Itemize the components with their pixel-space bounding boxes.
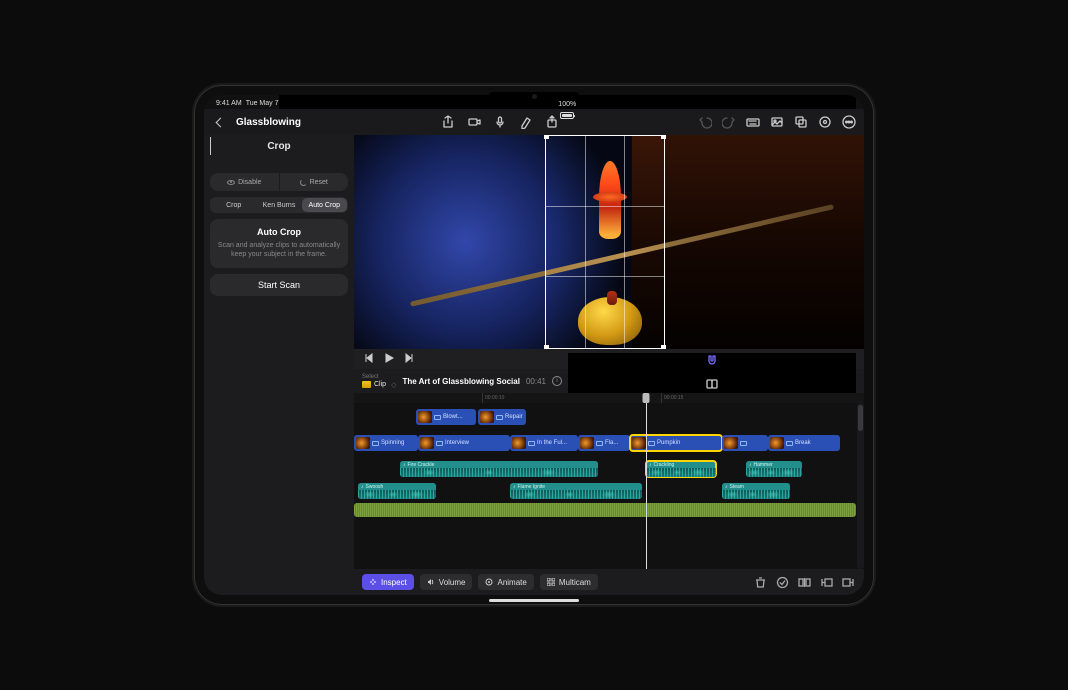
crop-handle[interactable]	[661, 345, 666, 349]
timeline-duration: 00:41	[526, 377, 546, 386]
ruler-tick: 00:00:10	[482, 393, 504, 403]
disable-button[interactable]: Disable	[210, 173, 279, 191]
magnetic-icon[interactable]	[705, 353, 719, 367]
project-title: Glassblowing	[236, 117, 301, 128]
inspector-back-button[interactable]	[210, 137, 211, 155]
trim-end-button[interactable]	[840, 574, 856, 590]
marker-icon[interactable]	[519, 115, 533, 129]
overlay-icon[interactable]	[794, 115, 808, 129]
video-clip[interactable]: In the Ful...	[510, 435, 578, 451]
video-clip[interactable]: Break	[768, 435, 840, 451]
mode-auto-crop[interactable]: Auto Crop	[302, 198, 347, 212]
keyboard-icon[interactable]	[746, 115, 760, 129]
back-button[interactable]	[212, 119, 228, 126]
viewer-column: 00:00:14:15 22% Select Clip◇ The Art of …	[354, 135, 864, 595]
crop-handle[interactable]	[661, 135, 666, 139]
clip-icon	[362, 381, 371, 388]
animate-button[interactable]: Animate	[478, 574, 533, 590]
playhead[interactable]	[643, 393, 650, 403]
mic-icon[interactable]	[493, 115, 507, 129]
video-clip[interactable]: Interview	[418, 435, 510, 451]
video-clip[interactable]: Spinning	[354, 435, 418, 451]
reset-icon	[300, 179, 307, 186]
crop-mode-segment: Crop Ken Burns Auto Crop	[210, 197, 348, 213]
split-button[interactable]	[796, 574, 812, 590]
settings-icon[interactable]	[818, 115, 832, 129]
timeline-ruler[interactable]: 00:00:10 00:00:15	[354, 393, 864, 403]
mode-crop[interactable]: Crop	[211, 198, 256, 212]
bottom-toolbar: Inspect Volume Animate Multicam	[354, 569, 864, 595]
start-scan-button[interactable]: Start Scan	[210, 274, 348, 296]
more-icon[interactable]	[842, 115, 856, 129]
timeline[interactable]: Blowt...Repair SpinningInterviewIn the F…	[354, 403, 864, 569]
music-track[interactable]	[354, 503, 856, 517]
select-label: Select	[362, 374, 396, 380]
share-icon[interactable]	[441, 115, 455, 129]
main-area: Crop Disable Reset Crop Ken Burns Auto C…	[204, 135, 864, 595]
audio-clip[interactable]: ♪Swoosh	[358, 483, 436, 499]
screen: 9:41 AM Tue May 7 100% Glassblowing	[204, 95, 864, 595]
audio-clip[interactable]: ♪Hammer	[746, 461, 802, 477]
crop-rectangle[interactable]	[545, 135, 665, 349]
viewer[interactable]	[354, 135, 864, 349]
redo-icon[interactable]	[722, 115, 736, 129]
undo-icon[interactable]	[698, 115, 712, 129]
timeline-project-name: The Art of Glassblowing Social	[402, 377, 520, 386]
ipad-frame: 9:41 AM Tue May 7 100% Glassblowing	[194, 85, 874, 605]
video-clip[interactable]: Fla...	[578, 435, 630, 451]
crop-handle[interactable]	[544, 345, 549, 349]
video-clip[interactable]: Blowt...	[416, 409, 476, 425]
eye-icon	[227, 180, 235, 185]
prev-frame-button[interactable]	[364, 350, 374, 368]
audio-clip[interactable]: ♪Fire Crackle	[400, 461, 598, 477]
info-icon[interactable]: i	[552, 376, 562, 386]
reset-button[interactable]: Reset	[279, 173, 349, 191]
ruler-tick: 00:00:15	[661, 393, 683, 403]
card-desc: Scan and analyze clips to automatically …	[216, 241, 342, 260]
timeline-header: Select Clip◇ The Art of Glassblowing Soc…	[354, 369, 864, 393]
inspect-button[interactable]: Inspect	[362, 574, 414, 590]
volume-button[interactable]: Volume	[420, 574, 473, 590]
video-clip-selected[interactable]: Pumpkin	[630, 435, 722, 451]
audio-clip[interactable]: ♪Crackling	[646, 461, 716, 477]
mode-ken-burns[interactable]: Ken Burns	[256, 198, 301, 212]
battery-pct: 100%	[558, 101, 576, 108]
delete-button[interactable]	[752, 574, 768, 590]
trim-start-button[interactable]	[818, 574, 834, 590]
auto-crop-card: Auto Crop Scan and analyze clips to auto…	[210, 219, 348, 268]
play-button[interactable]	[384, 350, 394, 368]
card-title: Auto Crop	[216, 227, 342, 237]
playhead-line[interactable]	[646, 403, 647, 569]
select-mode[interactable]: Clip◇	[362, 381, 396, 389]
disable-reset-row: Disable Reset	[210, 173, 348, 191]
video-clip[interactable]	[722, 435, 768, 451]
multicam-button[interactable]: Multicam	[540, 574, 598, 590]
crop-handle[interactable]	[544, 135, 549, 139]
audio-clip[interactable]: ♪Flame Ignite	[510, 483, 642, 499]
timeline-scrollbar[interactable]	[857, 403, 864, 569]
status-time: 9:41 AM	[216, 100, 242, 107]
export-icon[interactable]	[545, 115, 559, 129]
next-frame-button[interactable]	[404, 350, 414, 368]
audio-clip[interactable]: ♪Steam	[722, 483, 790, 499]
status-date: Tue May 7	[246, 100, 279, 107]
media-icon[interactable]	[770, 115, 784, 129]
enable-button[interactable]	[774, 574, 790, 590]
camera-icon[interactable]	[467, 115, 481, 129]
snapping-icon[interactable]	[705, 377, 719, 391]
video-clip[interactable]: Repair	[478, 409, 526, 425]
inspector-panel: Crop Disable Reset Crop Ken Burns Auto C…	[204, 135, 354, 595]
inspector-title: Crop	[267, 141, 290, 152]
battery-icon	[560, 112, 574, 119]
camera-notch	[489, 92, 579, 100]
top-toolbar: Glassblowing	[204, 109, 864, 135]
